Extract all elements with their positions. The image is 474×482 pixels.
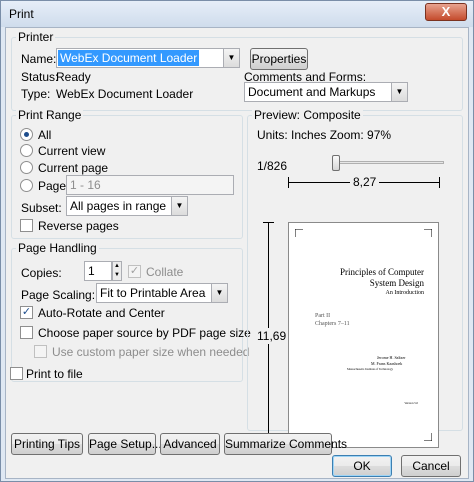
printer-name-select[interactable]: WebEx Document Loader ▼ [56,48,240,68]
page-scaling-label: Page Scaling: [21,288,96,302]
reverse-pages-label[interactable]: Reverse pages [38,219,119,233]
doc-part: Part II [315,313,331,319]
printing-tips-button[interactable]: Printing Tips [11,433,83,455]
collate-label[interactable]: Collate [146,265,183,279]
printer-group-label: Printer [16,30,56,44]
auto-rotate-label[interactable]: Auto-Rotate and Center [38,306,165,320]
copies-spin-buttons[interactable]: ▲ ▼ [112,261,122,281]
print-dialog: Print X Printer Name: WebEx Document Loa… [0,0,474,482]
doc-title-line2: System Design [369,278,424,288]
status-label: Status: [21,70,59,84]
choose-paper-checkbox[interactable] [20,326,33,339]
pages-value: 1 - 16 [70,178,101,192]
chevron-down-icon[interactable]: ▼ [223,49,239,67]
choose-paper-label[interactable]: Choose paper source by PDF page size [38,326,251,340]
copies-stepper[interactable]: 1 [84,261,112,281]
page-preview: Principles of Computer System Design An … [288,222,439,448]
printer-name-value: WebEx Document Loader [58,50,200,66]
doc-subtitle: An Introduction [385,290,425,296]
range-all-radio[interactable] [20,128,33,141]
copies-value: 1 [88,264,95,278]
range-pages-radio[interactable] [20,179,33,192]
width-dimension-tick-left [288,177,289,188]
height-dimension-tick-top [263,222,274,223]
chevron-down-icon[interactable]: ▼ [391,83,407,101]
print-range-group-label: Print Range [16,108,84,122]
doc-author2: M. Frans Kaashoek [371,361,403,366]
close-icon: X [441,4,451,19]
type-label: Type: [21,87,51,101]
page-scaling-select[interactable]: Fit to Printable Area ▼ [96,283,228,303]
page-handling-group-label: Page Handling [16,241,99,255]
range-current-page-label[interactable]: Current page [38,161,108,175]
print-to-file-label[interactable]: Print to file [26,367,83,381]
printer-name-label: Name: [21,52,57,66]
cancel-button[interactable]: Cancel [401,455,461,477]
print-to-file-checkbox[interactable] [10,367,23,380]
collate-checkbox[interactable]: ✓ [128,265,141,278]
doc-chapters: Chapters 7–11 [315,321,350,327]
ok-button[interactable]: OK [332,455,392,477]
window-title: Print [9,7,34,21]
custom-paper-label[interactable]: Use custom paper size when needed [52,345,249,359]
chevron-down-icon[interactable]: ▼ [211,284,227,302]
title-bar[interactable]: Print X [1,1,473,27]
dialog-body: Printer Name: WebEx Document Loader ▼ Pr… [5,27,469,479]
page-slider-thumb[interactable] [332,155,340,171]
doc-version: Version 5.0 [404,401,418,405]
page-setup-button[interactable]: Page Setup... [88,433,162,455]
page-scaling-value: Fit to Printable Area [100,286,206,300]
auto-rotate-checkbox[interactable]: ✓ [20,306,33,319]
crop-mark-icon [424,433,432,441]
range-current-view-label[interactable]: Current view [38,144,105,158]
width-label: 8,27 [350,175,380,189]
pages-input[interactable]: 1 - 16 [66,175,234,195]
type-value: WebEx Document Loader [56,87,194,101]
range-current-view-radio[interactable] [20,144,33,157]
custom-paper-checkbox[interactable] [34,345,47,358]
crop-mark-icon [295,229,303,237]
range-current-page-radio[interactable] [20,161,33,174]
doc-institution: Massachusetts Institute of Technology [347,367,393,371]
comments-forms-select[interactable]: Document and Markups ▼ [244,82,408,102]
summarize-comments-button[interactable]: Summarize Comments [224,433,347,455]
height-label: 11,69 [257,328,287,344]
subset-value: All pages in range [70,199,167,213]
page-indicator: 1/826 [257,159,288,173]
advanced-button[interactable]: Advanced [160,433,220,455]
copies-label: Copies: [21,266,62,280]
subset-select[interactable]: All pages in range ▼ [66,196,188,216]
crop-mark-icon [424,229,432,237]
doc-title-line1: Principles of Computer [340,267,424,277]
preview-group-label: Preview: Composite [252,108,363,122]
chevron-down-icon[interactable]: ▼ [171,197,187,215]
width-dimension-tick-right [439,177,440,188]
reverse-pages-checkbox[interactable] [20,219,33,232]
close-button[interactable]: X [425,3,467,21]
comments-forms-value: Document and Markups [248,85,376,99]
units-zoom-label: Units: Inches Zoom: 97% [257,128,392,142]
subset-label: Subset: [21,201,62,215]
status-value: Ready [56,70,91,84]
range-all-label[interactable]: All [38,128,51,142]
page-slider-track[interactable] [334,161,444,164]
doc-author1: Jerome H. Saltzer [377,355,406,360]
properties-button[interactable]: Properties [250,48,308,70]
